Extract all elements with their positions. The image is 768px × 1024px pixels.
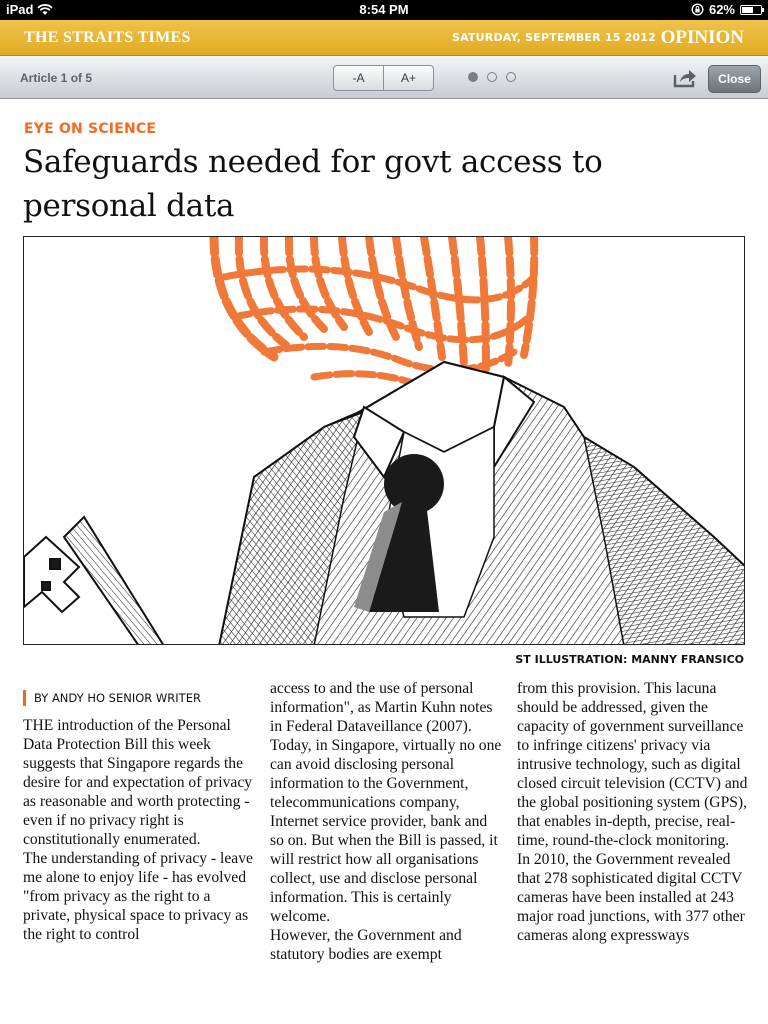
section-title: OPINION <box>660 27 744 48</box>
article-illustration <box>23 236 745 645</box>
byline: BY ANDY HO SENIOR WRITER <box>23 690 255 706</box>
page-dot[interactable] <box>506 72 516 82</box>
paragraph: The understanding of privacy - leave me … <box>23 850 253 943</box>
page-indicator <box>468 72 516 82</box>
battery-icon <box>740 4 764 15</box>
key <box>24 515 164 644</box>
headline-line: personal data <box>23 188 235 224</box>
article-headline: Safeguards needed for govt access to per… <box>23 140 723 228</box>
rotation-lock-icon <box>691 3 704 16</box>
fingerprint-head <box>209 237 539 394</box>
article-counter: Article 1 of 5 <box>20 71 93 85</box>
illustration-credit: ST ILLUSTRATION: MANNY FRANSICO <box>515 653 744 666</box>
article-column-2: access to and the use of personal inform… <box>270 679 502 964</box>
reader-toolbar: Article 1 of 5 -A A+ Close <box>0 57 768 99</box>
article-column-1: BY ANDY HO SENIOR WRITER THE introductio… <box>23 678 255 944</box>
paragraph: Today, in Singapore, virtually no one ca… <box>270 737 502 925</box>
article-kicker: EYE ON SCIENCE <box>24 121 157 137</box>
font-size-control: -A A+ <box>333 65 434 91</box>
headline-line: Safeguards needed for govt access to <box>23 144 603 180</box>
paragraph: access to and the use of personal inform… <box>270 680 493 735</box>
clock: 8:54 PM <box>359 2 409 17</box>
masthead: THE STRAITS TIMES SATURDAY, SEPTEMBER 15… <box>0 20 768 56</box>
increase-font-button[interactable]: A+ <box>384 66 433 90</box>
decrease-font-button[interactable]: -A <box>334 66 384 90</box>
page-dot[interactable] <box>487 72 497 82</box>
paragraph: However, the Government and statutory bo… <box>270 927 462 963</box>
paragraph: In 2010, the Government revealed that 27… <box>517 851 745 944</box>
close-button[interactable]: Close <box>708 65 761 93</box>
share-icon[interactable] <box>672 67 698 89</box>
article-column-3: from this provision. This lacuna should … <box>517 679 749 945</box>
paragraph: from this provision. This lacuna should … <box>517 680 748 849</box>
newspaper-logo: THE STRAITS TIMES <box>24 29 191 46</box>
page-dot[interactable] <box>468 72 478 82</box>
battery-percent: 62% <box>708 2 735 17</box>
issue-date: SATURDAY, SEPTEMBER 15 2012 <box>451 31 656 44</box>
paragraph: THE introduction of the Personal Data Pr… <box>23 717 253 848</box>
status-bar: iPad 8:54 PM 62% <box>0 0 768 20</box>
